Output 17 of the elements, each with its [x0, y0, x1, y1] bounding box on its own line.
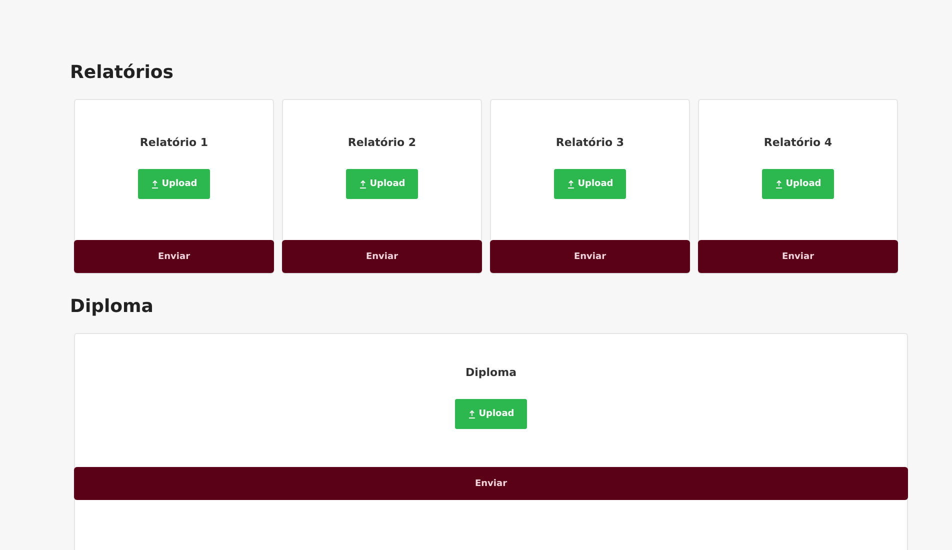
upload-icon [468, 410, 476, 418]
submit-button[interactable]: Enviar [282, 240, 482, 273]
submit-button[interactable]: Enviar [74, 240, 274, 273]
card-title: Relatório 2 [348, 136, 416, 149]
upload-icon [150, 180, 159, 188]
card-title: Relatório 4 [764, 136, 832, 149]
card-title: Relatório 3 [556, 136, 624, 149]
submit-button[interactable]: Enviar [74, 467, 908, 500]
submit-button[interactable]: Enviar [698, 240, 898, 273]
upload-icon [566, 180, 575, 188]
card-title: Relatório 1 [140, 136, 208, 149]
section-heading: Diploma [70, 296, 154, 317]
upload-icon [774, 180, 783, 188]
upload-icon [358, 180, 367, 188]
card-title: Diploma [466, 366, 516, 379]
section-heading: Relatórios [70, 62, 174, 83]
submit-button[interactable]: Enviar [490, 240, 690, 273]
